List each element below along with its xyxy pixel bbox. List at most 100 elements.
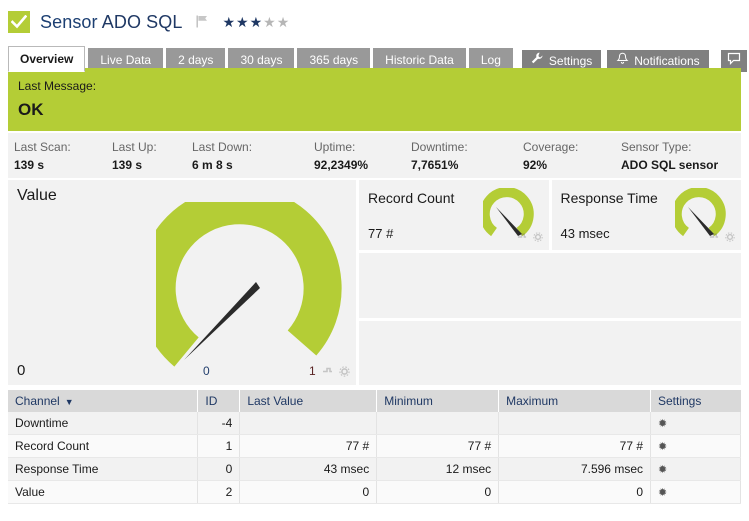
table-row[interactable]: Downtime -4 ✹ — [8, 412, 741, 435]
gauges-region: Value 0 0 1 Record Count 77 # Response T… — [8, 180, 741, 385]
cell-settings[interactable]: ✹ — [650, 457, 741, 481]
flag-icon[interactable] — [196, 15, 208, 31]
status-field-last-down: Last Down: 6 m 8 s — [192, 140, 314, 172]
cell-id: 1 — [197, 434, 241, 458]
cell-maximum — [498, 412, 651, 435]
cell-settings[interactable]: ✹ — [650, 434, 741, 458]
column-header-id[interactable]: ID — [197, 390, 241, 412]
cell-channel: Downtime — [8, 412, 199, 435]
status-field-last-scan: Last Scan: 139 s — [14, 140, 112, 172]
field-label: Uptime: — [314, 139, 356, 154]
field-label: Last Down: — [192, 139, 253, 154]
status-strip: Last Scan: 139 s Last Up: 139 s Last Dow… — [8, 133, 741, 178]
cell-maximum: 7.596 msec — [498, 457, 651, 481]
gear-icon[interactable] — [339, 366, 350, 380]
cell-settings[interactable]: ✹ — [650, 412, 741, 435]
cell-minimum: 12 msec — [376, 457, 500, 481]
status-field-downtime: Downtime: 7,7651% — [411, 140, 523, 172]
column-header-minimum[interactable]: Minimum — [376, 390, 500, 412]
field-label: Downtime: — [411, 139, 468, 154]
gear-icon[interactable] — [725, 231, 735, 245]
status-field-uptime: Uptime: 92,2349% — [314, 140, 411, 172]
cell-channel: Record Count — [8, 434, 199, 458]
status-field-sensor-type: Sensor Type: ADO SQL sensor — [621, 140, 718, 172]
column-header-last-value[interactable]: Last Value — [239, 390, 378, 412]
gauge-value: 43 msec — [560, 226, 610, 241]
pin-icon[interactable] — [709, 231, 719, 245]
cell-id: 0 — [197, 457, 241, 481]
cell-maximum: 77 # — [498, 434, 651, 458]
pin-icon[interactable] — [517, 231, 527, 245]
column-label: Maximum — [506, 394, 559, 408]
primary-gauge-panel: Value 0 0 1 — [8, 180, 356, 385]
field-value: 92,2349% — [314, 157, 369, 172]
tab-label: 2 days — [178, 53, 214, 67]
cell-channel: Response Time — [8, 457, 199, 481]
page-header: Sensor ADO SQL ★★★★★ — [0, 0, 749, 38]
priority-stars[interactable]: ★★★★★ — [222, 15, 290, 29]
star-filled: ★ — [249, 14, 264, 30]
page-title-name: ADO SQL — [101, 11, 183, 32]
cell-settings[interactable]: ✹ — [650, 480, 741, 504]
table-row[interactable]: Record Count 1 77 # 77 # 77 # ✹ — [8, 434, 741, 458]
field-label: Last Scan: — [14, 139, 71, 154]
gear-icon[interactable] — [532, 231, 543, 245]
cell-last-value: 0 — [239, 480, 378, 504]
field-label: Sensor Type: — [621, 139, 692, 154]
gauge-panel-response-time: Response Time 43 msec — [551, 180, 741, 250]
table-header-row: Channel ▼ ID Last Value Minimum Maximum S… — [8, 390, 741, 412]
tab-label: Live Data — [100, 53, 152, 67]
gauge-panel-record-count: Record Count 77 # — [359, 180, 549, 250]
column-label: Last Value — [247, 394, 304, 408]
primary-gauge-axis-min: 0 — [203, 364, 210, 378]
cell-minimum: 77 # — [376, 434, 500, 458]
gauge-title: Response Time — [560, 190, 658, 206]
tab-bar: Overview Live Data 2 days 30 days 365 da… — [0, 44, 749, 72]
field-value: ADO SQL sensor — [621, 157, 719, 172]
field-value: 6 m 8 s — [192, 157, 233, 172]
column-label: Minimum — [384, 394, 433, 408]
sensor-status-icon — [8, 11, 30, 33]
page-title: Sensor ADO SQL — [40, 12, 182, 33]
gauge-actions — [517, 231, 543, 245]
cell-maximum: 0 — [498, 480, 651, 504]
star-empty: ★ — [276, 14, 291, 30]
status-field-last-up: Last Up: 139 s — [112, 140, 192, 172]
last-message-banner: Last Message: OK — [8, 72, 741, 131]
tab-label: Historic Data — [385, 53, 454, 67]
tab-label: 30 days — [240, 53, 283, 67]
table-header: Channel ▼ ID Last Value Minimum Maximum S… — [8, 390, 741, 412]
gear-icon[interactable]: ✹ — [658, 441, 667, 453]
mini-gauge-row: Record Count 77 # Response Time 43 msec — [359, 180, 741, 250]
pin-icon[interactable] — [322, 366, 333, 380]
empty-gauge-panel-1 — [359, 253, 741, 318]
column-label: ID — [205, 394, 218, 408]
status-field-coverage: Coverage: 92% — [523, 140, 621, 172]
star-filled: ★ — [236, 14, 250, 30]
primary-gauge-axis-max: 1 — [309, 364, 316, 378]
last-message-label: Last Message: — [18, 79, 97, 93]
gear-icon[interactable]: ✹ — [658, 418, 667, 430]
cell-last-value: 43 msec — [239, 457, 378, 481]
table-row[interactable]: Value 2 0 0 0 ✹ — [8, 480, 741, 504]
cell-last-value: 77 # — [239, 434, 378, 458]
column-header-channel[interactable]: Channel ▼ — [8, 390, 199, 412]
cell-channel: Value — [8, 480, 199, 504]
gear-icon[interactable]: ✹ — [658, 487, 667, 499]
cell-last-value — [239, 412, 378, 435]
tab-overview[interactable]: Overview — [8, 46, 86, 72]
column-header-maximum[interactable]: Maximum — [498, 390, 651, 412]
field-value: 92% — [523, 157, 548, 172]
column-label: Settings — [658, 394, 702, 408]
cell-minimum — [376, 412, 500, 435]
gear-icon[interactable]: ✹ — [658, 464, 667, 476]
table-row[interactable]: Response Time 0 43 msec 12 msec 7.596 ms… — [8, 457, 741, 481]
star-filled: ★ — [222, 14, 237, 30]
tab-label: Overview — [20, 52, 74, 66]
tab-label: Log — [480, 53, 501, 67]
table-body: Downtime -4 ✹ Record Count 1 77 # 77 # 7… — [8, 412, 741, 504]
field-label: Last Up: — [112, 139, 157, 154]
tab-underline — [8, 68, 741, 72]
field-label: Coverage: — [523, 139, 579, 154]
gauge-title: Record Count — [368, 190, 455, 206]
